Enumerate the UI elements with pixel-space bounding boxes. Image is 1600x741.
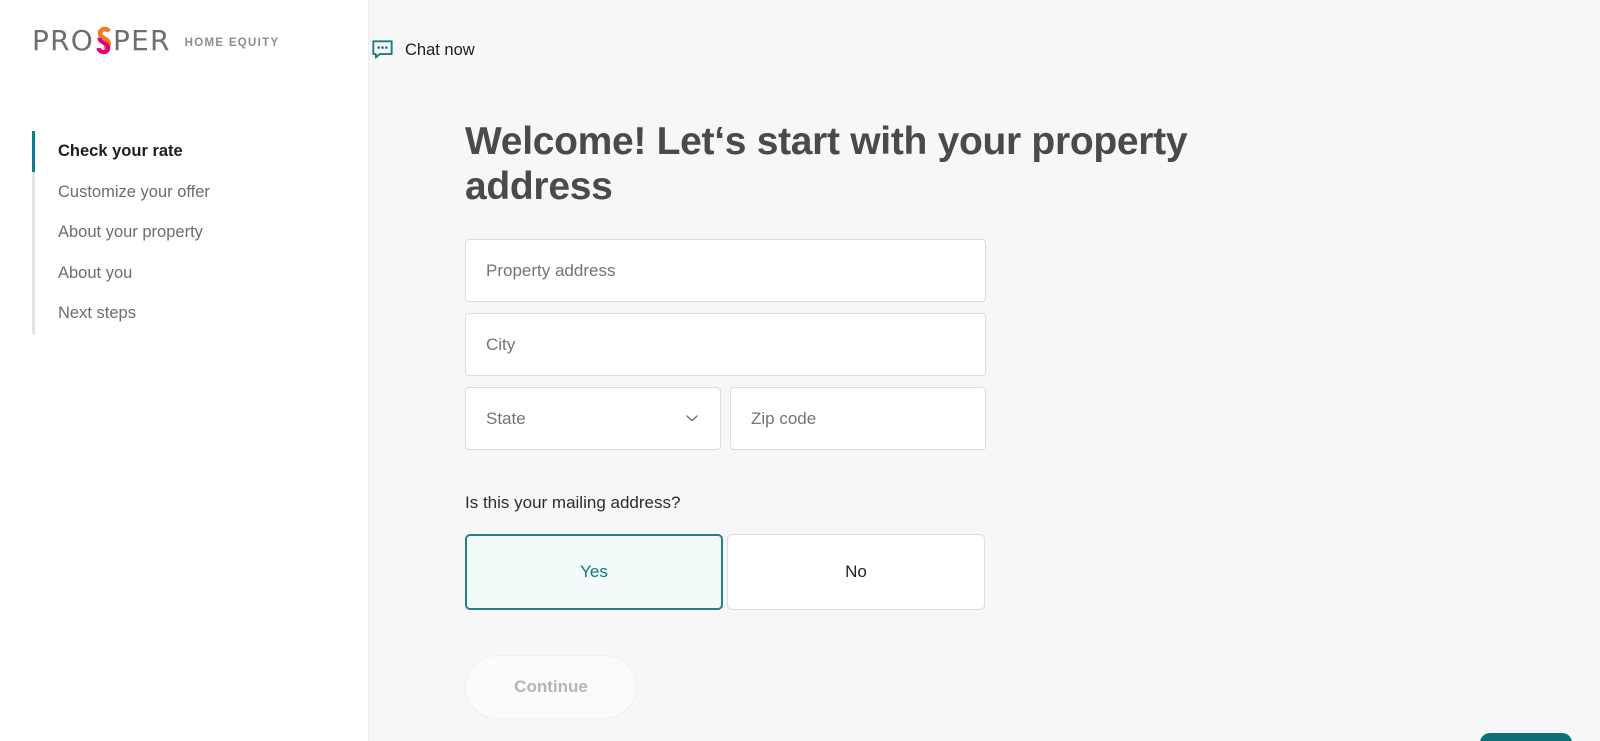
city-input[interactable]: City — [465, 312, 986, 376]
step-rail-indicator — [32, 212, 35, 253]
sidebar-item-label: About your property — [58, 223, 203, 241]
yes-label: Yes — [580, 561, 608, 581]
mailing-address-choice-group: Yes No — [465, 533, 986, 610]
page-title: Welcome! Let‘s start with your property … — [465, 120, 1188, 208]
brand-subtitle: HOME EQUITY — [184, 36, 280, 49]
step-rail-indicator — [32, 171, 35, 212]
chat-bubble-icon — [370, 38, 395, 63]
no-label: No — [845, 561, 867, 581]
state-select[interactable]: State — [465, 386, 721, 450]
sidebar-item-label: Check your rate — [58, 142, 183, 160]
sidebar-item-label: Customize your offer — [58, 182, 210, 201]
sidebar-item-next-steps[interactable]: Next steps — [32, 293, 332, 334]
zip-code-placeholder: Zip code — [751, 408, 817, 428]
sidebar-item-about-you[interactable]: About you — [32, 252, 332, 293]
continue-label: Continue — [514, 676, 588, 696]
chat-now-label: Chat now — [405, 41, 475, 60]
address-form: Property address City State Zip code Is … — [465, 238, 986, 719]
logo-stylized-s-icon — [94, 26, 113, 55]
chat-widget-launcher[interactable] — [1480, 733, 1572, 741]
chat-now-button[interactable]: Chat now — [370, 38, 475, 63]
sidebar-item-label: Next steps — [58, 304, 136, 322]
property-address-placeholder: Property address — [486, 260, 616, 280]
state-placeholder: State — [486, 408, 526, 428]
property-address-input[interactable]: Property address — [465, 238, 986, 302]
continue-button[interactable]: Continue — [465, 654, 637, 719]
form-container: Welcome! Let‘s start with your property … — [465, 120, 1225, 719]
sidebar: PRO PER HOME EQUITY Check your rate Custo… — [0, 0, 369, 741]
brand-logo[interactable]: PRO PER HOME EQUITY — [32, 26, 279, 55]
mailing-address-no-button[interactable]: No — [727, 533, 985, 610]
mailing-address-question-label: Is this your mailing address? — [465, 492, 681, 512]
prosper-wordmark: PRO PER — [32, 26, 171, 55]
logo-text-per: PER — [112, 23, 171, 57]
zip-code-input[interactable]: Zip code — [730, 386, 986, 450]
sidebar-item-check-your-rate[interactable]: Check your rate — [32, 131, 332, 172]
sidebar-item-label: About you — [58, 263, 133, 282]
main-content: Chat now Welcome! Let‘s start with your … — [369, 0, 1600, 741]
state-zip-row: State Zip code — [465, 386, 986, 450]
page-root: PRO PER HOME EQUITY Check your rate Custo… — [0, 0, 1600, 741]
progress-steps: Check your rate Customize your offer Abo… — [32, 131, 332, 334]
step-rail-indicator — [32, 131, 35, 172]
sidebar-item-customize-your-offer[interactable]: Customize your offer — [32, 171, 332, 212]
step-rail-indicator — [32, 293, 35, 334]
logo-text-pro: PRO — [32, 23, 94, 57]
mailing-address-yes-button[interactable]: Yes — [465, 533, 723, 610]
sidebar-item-about-your-property[interactable]: About your property — [32, 212, 332, 253]
chevron-down-icon — [684, 410, 700, 426]
city-placeholder: City — [486, 334, 516, 354]
step-rail-indicator — [32, 252, 35, 293]
